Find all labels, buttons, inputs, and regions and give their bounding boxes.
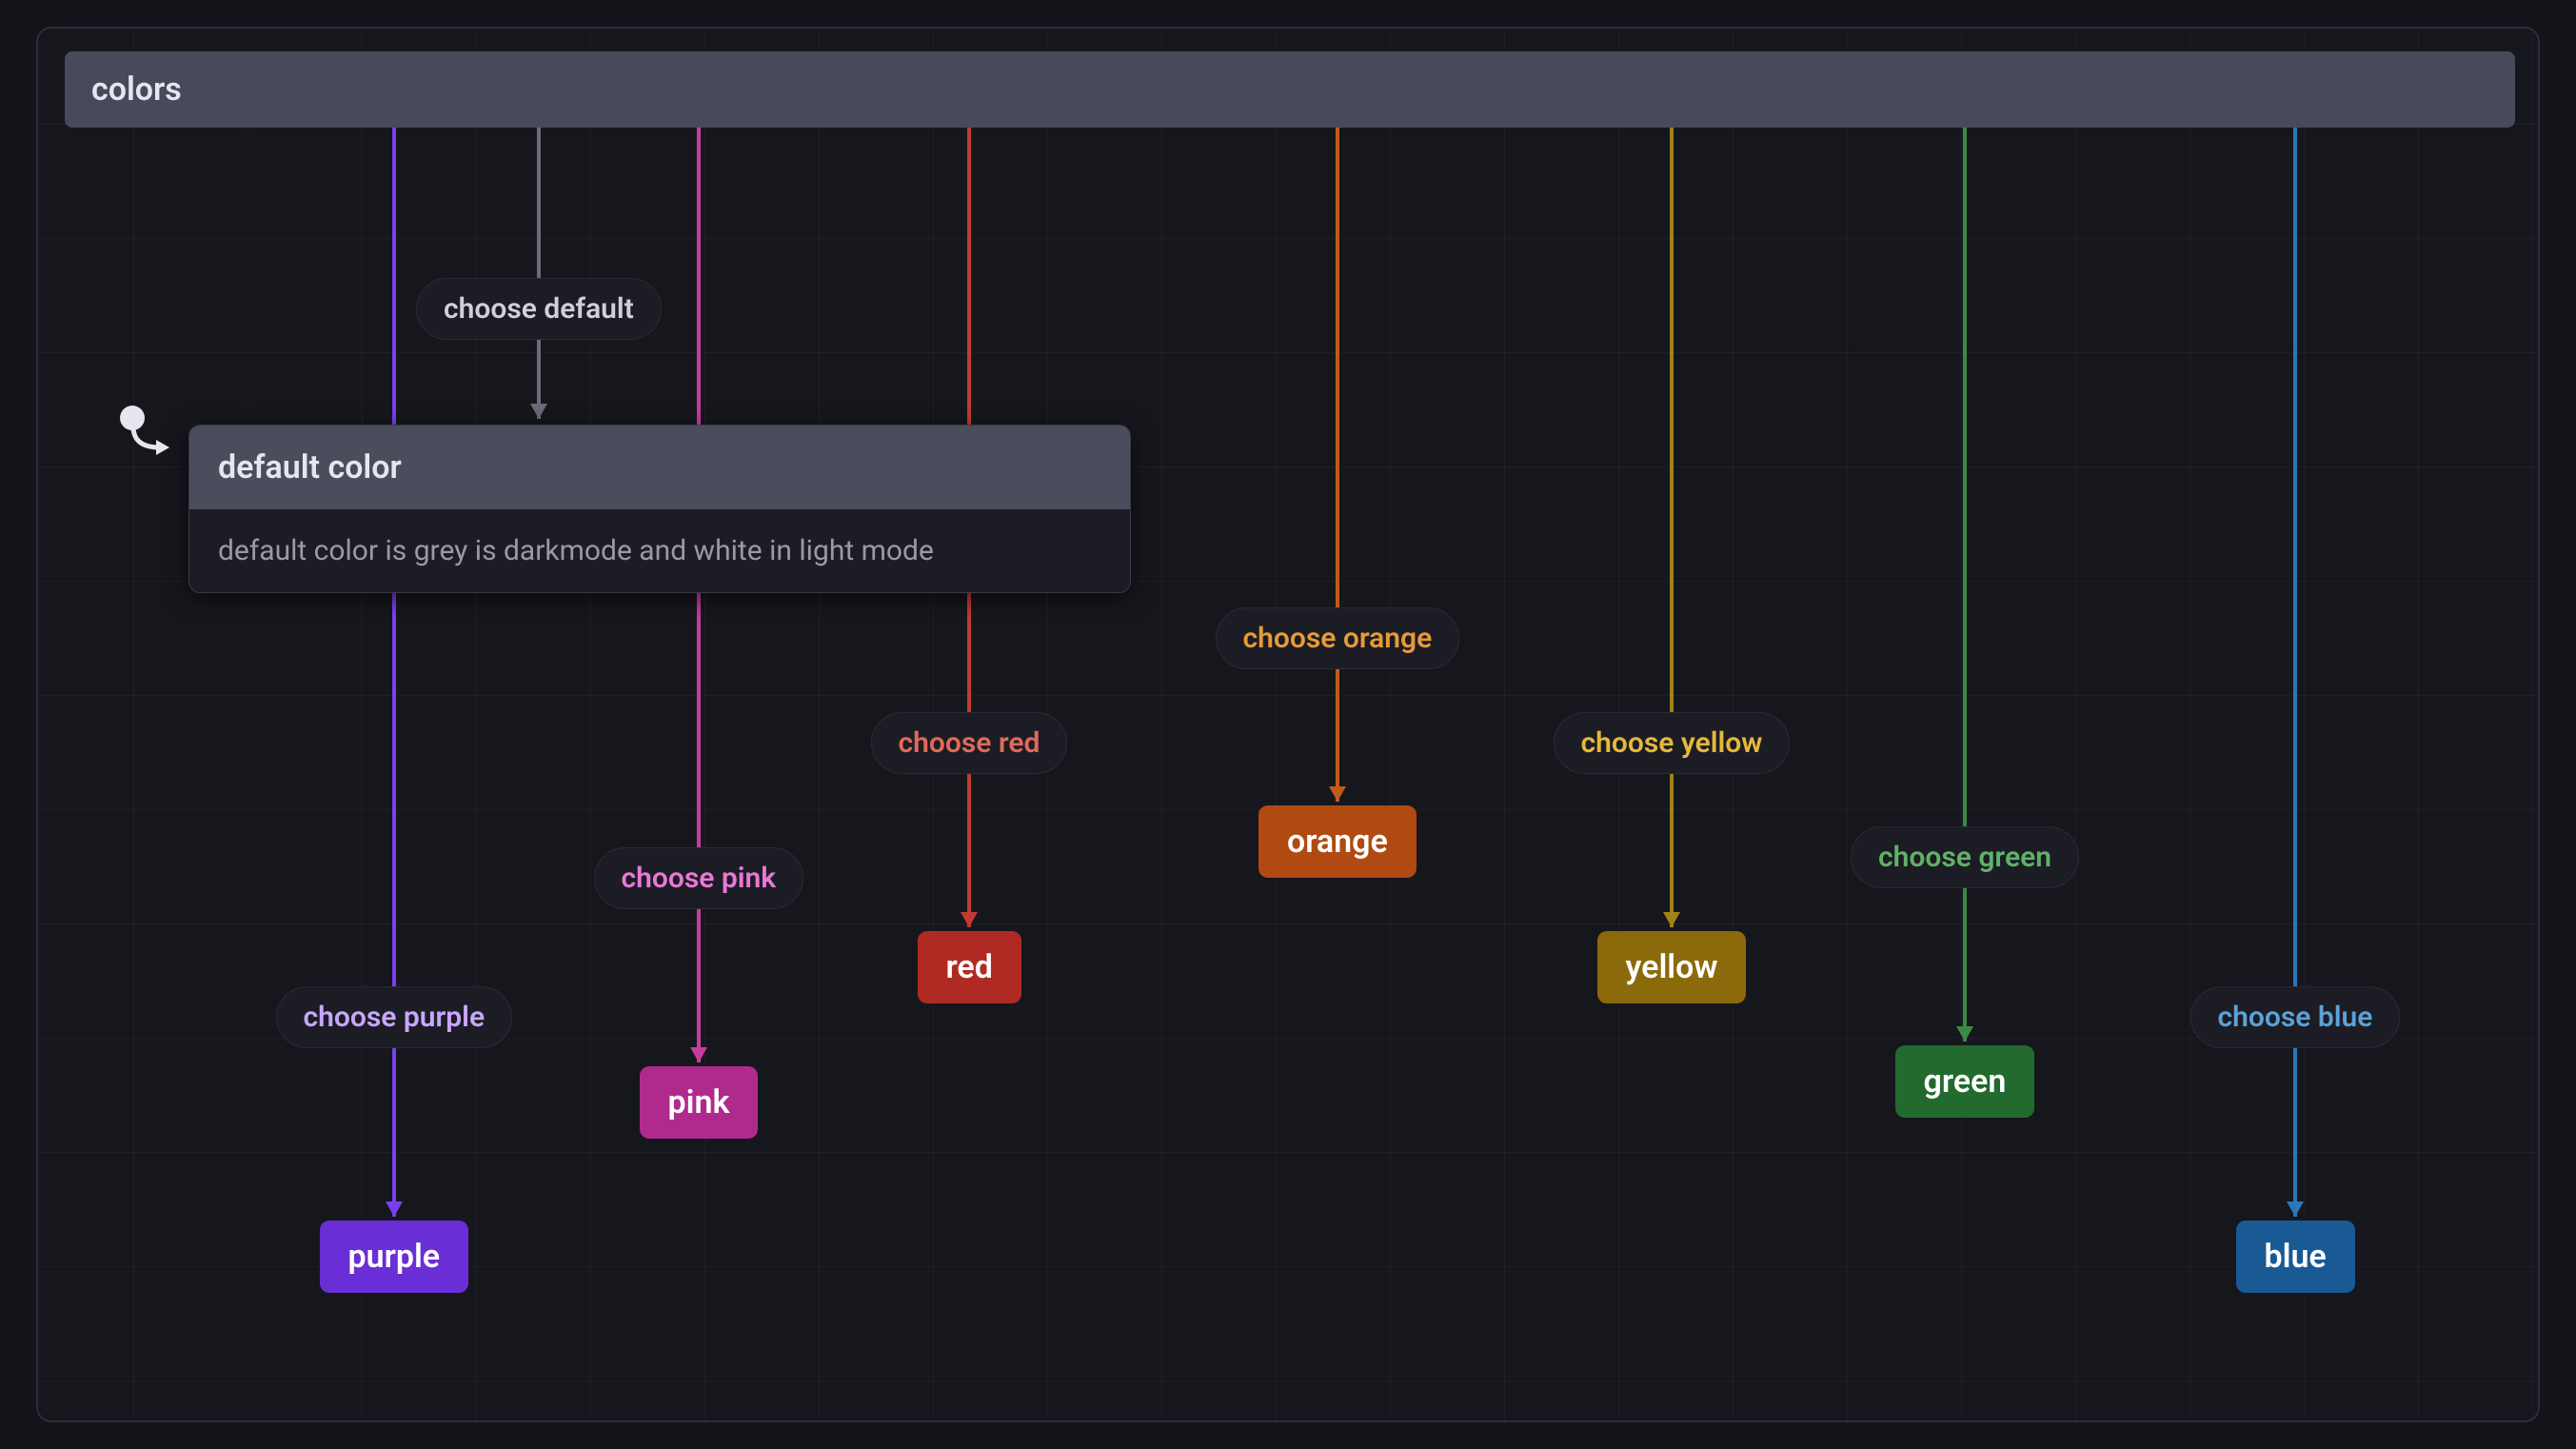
event-label: choose default <box>444 292 634 326</box>
state-node-yellow[interactable]: yellow <box>1597 931 1747 1003</box>
state-node-orange[interactable]: orange <box>1258 805 1417 878</box>
event-pill-blue[interactable]: choose blue <box>2190 986 2401 1048</box>
event-label: choose purple <box>304 1001 485 1034</box>
event-label: choose orange <box>1243 622 1433 655</box>
root-state-title: colors <box>91 70 182 109</box>
state-node-purple[interactable]: purple <box>320 1221 469 1293</box>
state-machine-panel[interactable]: colors default color default color is gr… <box>36 27 2540 1422</box>
event-pill-default[interactable]: choose default <box>416 278 662 340</box>
state-label: purple <box>348 1238 441 1276</box>
state-node-red[interactable]: red <box>918 931 1021 1003</box>
state-label: pink <box>668 1083 730 1121</box>
state-label: blue <box>2265 1238 2327 1276</box>
event-label: choose pink <box>622 862 777 895</box>
event-pill-purple[interactable]: choose purple <box>276 986 513 1048</box>
state-tooltip: default color default color is grey is d… <box>188 425 1131 593</box>
state-label: green <box>1924 1062 2007 1101</box>
state-label: orange <box>1287 823 1388 861</box>
event-pill-red[interactable]: choose red <box>871 712 1068 774</box>
event-pill-orange[interactable]: choose orange <box>1216 607 1460 669</box>
grid-background <box>38 29 2538 1420</box>
state-node-pink[interactable]: pink <box>640 1066 759 1139</box>
tooltip-title: default color <box>189 426 1130 509</box>
event-label: choose blue <box>2218 1001 2373 1034</box>
state-label: yellow <box>1626 948 1718 986</box>
tooltip-body: default color is grey is darkmode and wh… <box>189 509 1130 592</box>
event-label: choose green <box>1878 841 2051 874</box>
event-label: choose red <box>899 726 1040 760</box>
entry-arrow-icon <box>128 425 177 463</box>
event-pill-pink[interactable]: choose pink <box>594 847 804 909</box>
event-pill-yellow[interactable]: choose yellow <box>1554 712 1791 774</box>
state-node-green[interactable]: green <box>1895 1045 2035 1118</box>
state-node-blue[interactable]: blue <box>2236 1221 2355 1293</box>
event-pill-green[interactable]: choose green <box>1851 826 2079 888</box>
state-label: red <box>946 948 993 986</box>
event-label: choose yellow <box>1581 726 1763 760</box>
root-state-header[interactable]: colors <box>65 51 2515 128</box>
